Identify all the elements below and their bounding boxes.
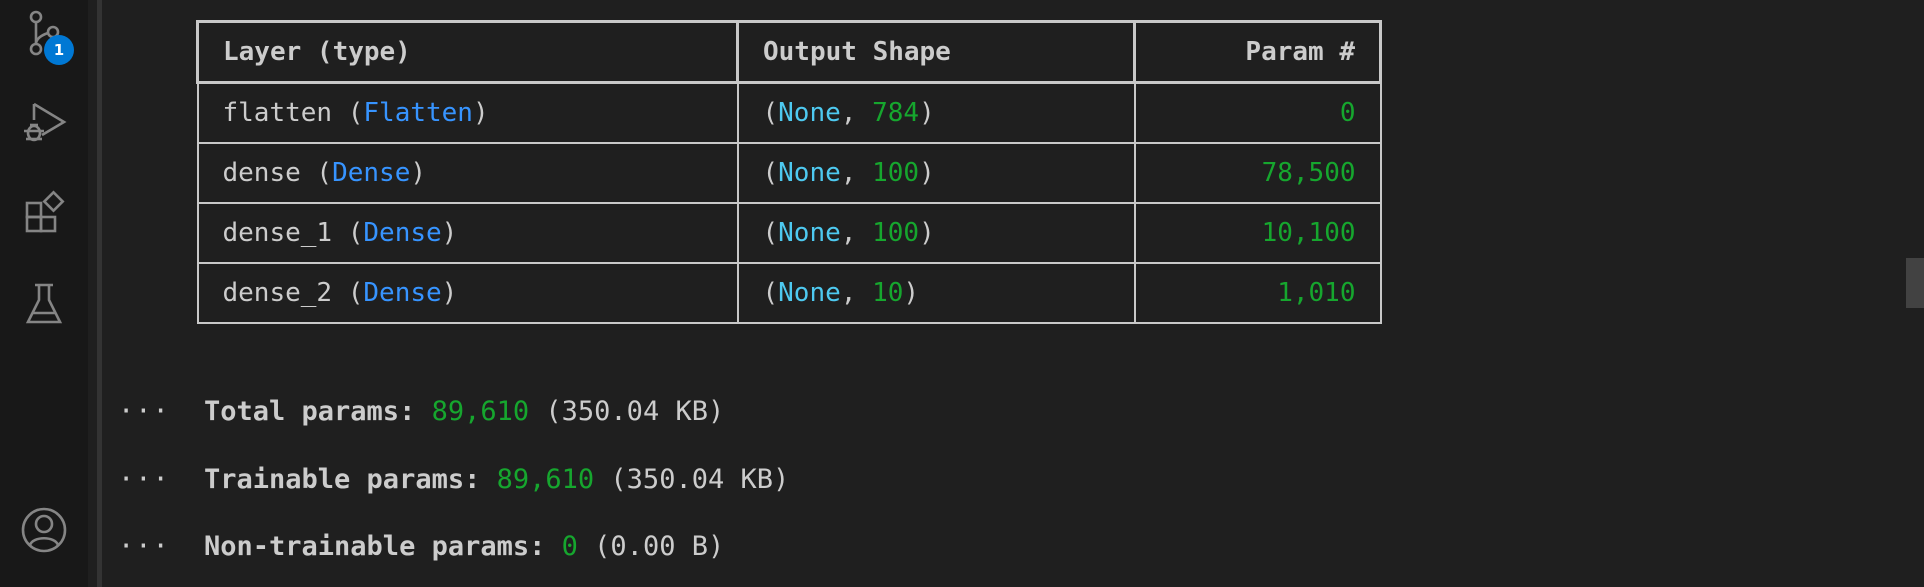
comma: ,: [840, 158, 873, 188]
paren: (: [762, 278, 779, 308]
table-row: dense_1 (Dense) (None, 100) 10,100: [196, 202, 1382, 264]
paren: ): [903, 278, 920, 308]
layer-name: dense_1: [222, 218, 333, 248]
paren: ): [919, 218, 935, 248]
param-count: 78,500: [1133, 142, 1382, 204]
output-more-icon[interactable]: ···: [118, 464, 204, 495]
header-params: Param #: [1133, 20, 1382, 84]
table-row: flatten (Flatten) (None, 784) 0: [196, 81, 1382, 144]
account-icon[interactable]: [20, 506, 68, 554]
params-line: ··· Non-trainable params: 0 (0.00 B): [118, 531, 724, 562]
shape-dim: 100: [872, 158, 920, 188]
paren: (: [762, 98, 779, 128]
shape-none: None: [778, 278, 841, 308]
output-more-icon[interactable]: ···: [118, 531, 204, 562]
params-count: 89,610: [431, 396, 530, 427]
activity-bar: 1: [0, 0, 88, 587]
paren: ): [919, 98, 935, 128]
param-count: 0: [1133, 81, 1382, 144]
params-count: 89,610: [496, 464, 595, 495]
table-row: dense (Dense) (None, 100) 78,500: [196, 142, 1382, 204]
comma: ,: [840, 98, 873, 128]
run-debug-icon[interactable]: [20, 98, 68, 146]
paren: (: [332, 278, 364, 308]
layer-type: Flatten: [363, 98, 473, 128]
params-count: 0: [561, 531, 578, 562]
params-label: Non-trainable params:: [204, 531, 546, 562]
paren: (: [332, 218, 364, 248]
model-summary-table: Layer (type) Output Shape Param # flatte…: [196, 20, 1382, 324]
paren: (: [300, 158, 333, 188]
scrollbar-thumb[interactable]: [1906, 258, 1924, 308]
layer-cell: flatten (Flatten): [196, 81, 739, 144]
cell-gutter: [97, 0, 102, 587]
header-layer: Layer (type): [196, 20, 739, 84]
layer-cell: dense_1 (Dense): [196, 202, 739, 264]
source-control-badge: 1: [44, 35, 74, 65]
layer-type: Dense: [363, 218, 442, 248]
output-shape-cell: (None, 100): [736, 202, 1136, 264]
paren: ): [919, 158, 935, 188]
params-line: ··· Total params: 89,610 (350.04 KB): [118, 396, 724, 427]
output-shape-cell: (None, 100): [736, 142, 1136, 204]
layer-name: flatten: [222, 98, 333, 128]
shape-dim: 10: [872, 278, 904, 308]
paren: ): [441, 278, 458, 308]
paren: ): [410, 158, 427, 188]
param-count: 10,100: [1133, 202, 1382, 264]
param-count: 1,010: [1133, 262, 1382, 324]
shape-none: None: [778, 98, 841, 128]
testing-flask-icon[interactable]: [20, 280, 68, 328]
table-header-row: Layer (type) Output Shape Param #: [196, 20, 1382, 84]
layer-type: Dense: [332, 158, 411, 188]
paren: ): [441, 218, 458, 248]
params-line: ··· Trainable params: 89,610 (350.04 KB): [118, 464, 789, 495]
layer-name: dense: [222, 158, 301, 188]
layer-type: Dense: [363, 278, 442, 308]
shape-dim: 100: [872, 218, 920, 248]
params-label: Trainable params:: [204, 464, 481, 495]
paren: (: [762, 218, 779, 248]
layer-cell: dense_2 (Dense): [196, 262, 739, 324]
params-size: (350.04 KB): [610, 464, 790, 495]
table-row: dense_2 (Dense) (None, 10) 1,010: [196, 262, 1382, 324]
output-more-icon[interactable]: ···: [118, 0, 161, 5]
output-more-icon[interactable]: ···: [118, 396, 204, 427]
params-size: (350.04 KB): [545, 396, 725, 427]
shape-dim: 784: [872, 98, 920, 128]
layer-cell: dense (Dense): [196, 142, 739, 204]
params-label: Total params:: [204, 396, 416, 427]
layer-name: dense_2: [222, 278, 333, 308]
output-shape-cell: (None, 784): [736, 81, 1136, 144]
paren: (: [332, 98, 364, 128]
params-size: (0.00 B): [594, 531, 725, 562]
comma: ,: [840, 278, 873, 308]
output-shape-cell: (None, 10): [736, 262, 1136, 324]
comma: ,: [840, 218, 873, 248]
extensions-icon[interactable]: [20, 190, 68, 238]
shape-none: None: [778, 158, 841, 188]
header-output-shape: Output Shape: [736, 20, 1136, 84]
paren: (: [762, 158, 779, 188]
shape-none: None: [778, 218, 841, 248]
paren: ): [472, 98, 489, 128]
